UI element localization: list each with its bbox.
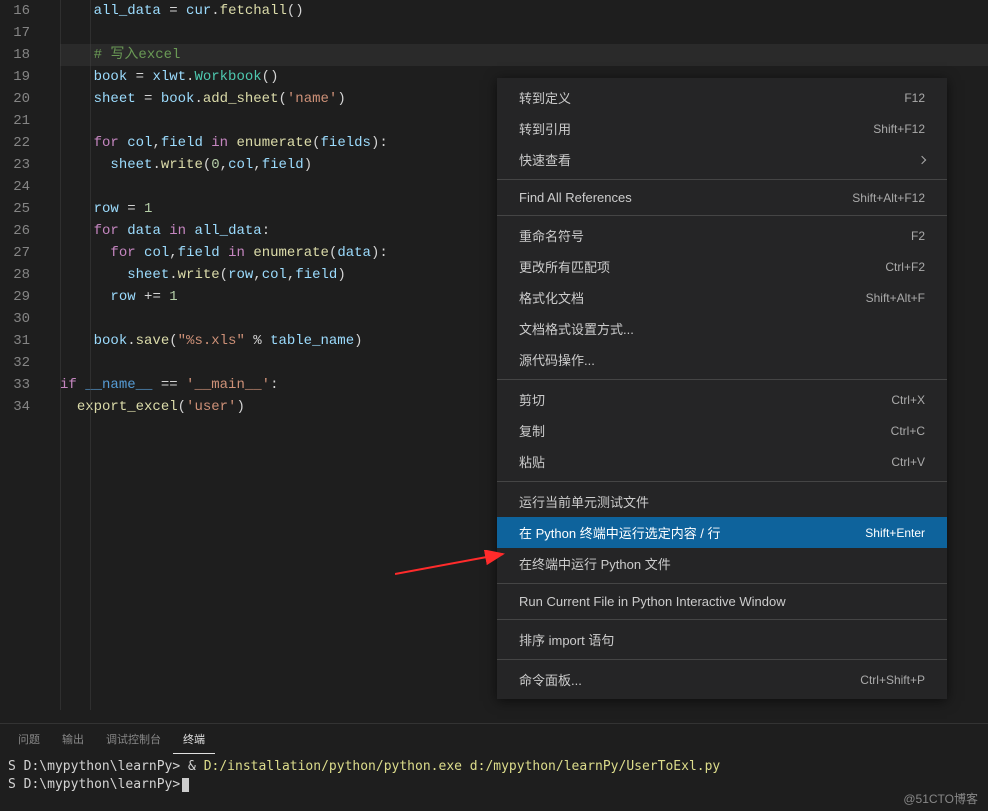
menu-separator xyxy=(497,619,947,620)
indent-guide xyxy=(60,0,61,710)
panel-tab[interactable]: 输出 xyxy=(52,725,94,753)
panel-tab[interactable]: 终端 xyxy=(173,725,215,754)
line-number: 22 xyxy=(0,132,30,154)
terminal-line: S D:\mypython\learnPy> xyxy=(8,776,980,794)
menu-separator xyxy=(497,583,947,584)
menu-item-label: 更改所有匹配项 xyxy=(519,257,610,276)
line-number: 20 xyxy=(0,88,30,110)
terminal[interactable]: S D:\mypython\learnPy> & D:/installation… xyxy=(0,754,988,798)
menu-item[interactable]: 命令面板... Ctrl+Shift+P xyxy=(497,664,947,695)
menu-item-label: 在 Python 终端中运行选定内容 / 行 xyxy=(519,523,721,542)
menu-item-label: 转到定义 xyxy=(519,88,571,107)
menu-item[interactable]: 在终端中运行 Python 文件 xyxy=(497,548,947,579)
menu-item-label: Find All References xyxy=(519,190,632,205)
line-gutter: 16171819202122232425262728293031323334 xyxy=(0,0,40,710)
code-line[interactable]: all_data = cur.fetchall() xyxy=(60,0,988,22)
line-number: 19 xyxy=(0,66,30,88)
code-line[interactable]: # 写入excel xyxy=(60,44,988,66)
menu-item[interactable]: 格式化文档 Shift+Alt+F xyxy=(497,282,947,313)
line-number: 28 xyxy=(0,264,30,286)
line-number: 30 xyxy=(0,308,30,330)
menu-separator xyxy=(497,179,947,180)
chevron-right-icon xyxy=(918,155,926,163)
menu-item[interactable]: Find All References Shift+Alt+F12 xyxy=(497,184,947,211)
panel-tabs[interactable]: 问题输出调试控制台终端 xyxy=(0,724,988,754)
menu-item-label: Run Current File in Python Interactive W… xyxy=(519,594,786,609)
menu-shortcut: F2 xyxy=(911,229,925,243)
menu-item[interactable]: 文档格式设置方式... xyxy=(497,313,947,344)
line-number: 24 xyxy=(0,176,30,198)
menu-item[interactable]: 剪切 Ctrl+X xyxy=(497,384,947,415)
line-number: 32 xyxy=(0,352,30,374)
menu-shortcut: Ctrl+F2 xyxy=(885,260,925,274)
menu-item[interactable]: 转到定义 F12 xyxy=(497,82,947,113)
menu-item-label: 运行当前单元测试文件 xyxy=(519,492,649,511)
menu-item-label: 快速查看 xyxy=(519,150,571,169)
menu-item[interactable]: 转到引用 Shift+F12 xyxy=(497,113,947,144)
line-number: 33 xyxy=(0,374,30,396)
line-number: 27 xyxy=(0,242,30,264)
menu-item[interactable]: 粘贴 Ctrl+V xyxy=(497,446,947,477)
menu-item[interactable]: 源代码操作... xyxy=(497,344,947,375)
menu-item-label: 文档格式设置方式... xyxy=(519,319,634,338)
code-line[interactable] xyxy=(60,22,988,44)
menu-item[interactable]: 排序 import 语句 xyxy=(497,624,947,655)
panel-tab[interactable]: 调试控制台 xyxy=(96,725,171,753)
line-number: 18 xyxy=(0,44,30,66)
menu-item[interactable]: 快速查看 xyxy=(497,144,947,175)
line-number: 17 xyxy=(0,22,30,44)
line-number: 34 xyxy=(0,396,30,418)
menu-item-label: 在终端中运行 Python 文件 xyxy=(519,554,671,573)
line-number: 29 xyxy=(0,286,30,308)
menu-shortcut: Shift+Enter xyxy=(865,526,925,540)
watermark: @51CTO博客 xyxy=(903,790,978,807)
indent-guide xyxy=(90,0,91,710)
panel-tab[interactable]: 问题 xyxy=(8,725,50,753)
menu-item-label: 格式化文档 xyxy=(519,288,584,307)
menu-separator xyxy=(497,481,947,482)
menu-item-label: 重命名符号 xyxy=(519,226,584,245)
menu-separator xyxy=(497,379,947,380)
terminal-cursor xyxy=(182,778,189,792)
menu-item-label: 命令面板... xyxy=(519,670,582,689)
menu-item-label: 源代码操作... xyxy=(519,350,595,369)
menu-shortcut: Ctrl+X xyxy=(891,393,925,407)
menu-item[interactable]: 运行当前单元测试文件 xyxy=(497,486,947,517)
bottom-panel: 问题输出调试控制台终端 S D:\mypython\learnPy> & D:/… xyxy=(0,723,988,811)
line-number: 16 xyxy=(0,0,30,22)
menu-item-label: 排序 import 语句 xyxy=(519,630,614,649)
line-number: 31 xyxy=(0,330,30,352)
line-number: 23 xyxy=(0,154,30,176)
menu-item[interactable]: 重命名符号 F2 xyxy=(497,220,947,251)
menu-item[interactable]: Run Current File in Python Interactive W… xyxy=(497,588,947,615)
menu-item-label: 复制 xyxy=(519,421,545,440)
context-menu[interactable]: 转到定义 F12 转到引用 Shift+F12 快速查看 Find All Referen… xyxy=(497,78,947,699)
menu-item[interactable]: 更改所有匹配项 Ctrl+F2 xyxy=(497,251,947,282)
menu-item[interactable]: 复制 Ctrl+C xyxy=(497,415,947,446)
terminal-line: S D:\mypython\learnPy> & D:/installation… xyxy=(8,758,980,776)
menu-shortcut: Shift+Alt+F12 xyxy=(852,191,925,205)
menu-shortcut: Shift+Alt+F xyxy=(866,291,925,305)
menu-shortcut: F12 xyxy=(904,91,925,105)
menu-separator xyxy=(497,659,947,660)
menu-shortcut: Shift+F12 xyxy=(873,122,925,136)
menu-item-label: 转到引用 xyxy=(519,119,571,138)
menu-shortcut: Ctrl+Shift+P xyxy=(860,673,925,687)
menu-shortcut: Ctrl+V xyxy=(891,455,925,469)
menu-item[interactable]: 在 Python 终端中运行选定内容 / 行 Shift+Enter xyxy=(497,517,947,548)
menu-separator xyxy=(497,215,947,216)
menu-shortcut: Ctrl+C xyxy=(891,424,925,438)
menu-item-label: 粘贴 xyxy=(519,452,545,471)
menu-item-label: 剪切 xyxy=(519,390,545,409)
line-number: 25 xyxy=(0,198,30,220)
line-number: 21 xyxy=(0,110,30,132)
line-number: 26 xyxy=(0,220,30,242)
